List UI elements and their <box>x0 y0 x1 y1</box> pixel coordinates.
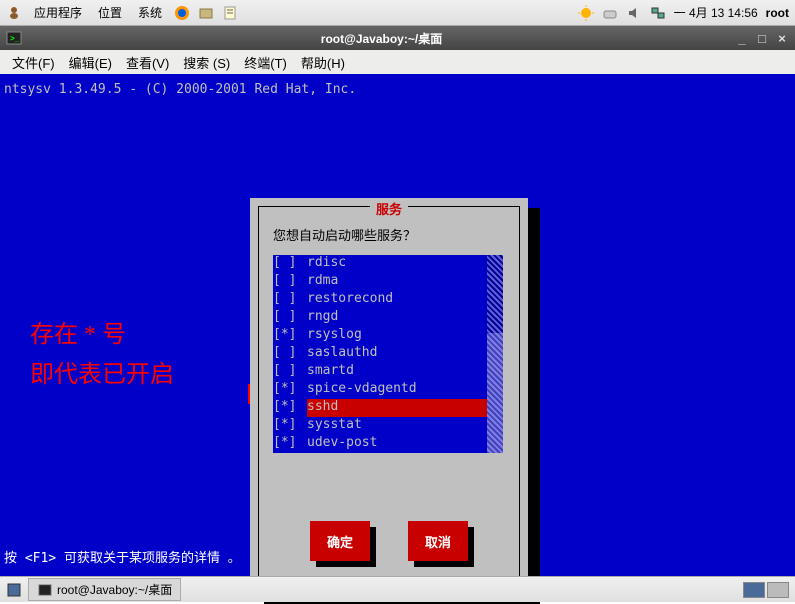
service-name: saslauthd <box>307 345 487 363</box>
menu-search[interactable]: 搜索 (S) <box>177 51 236 74</box>
ntsysv-header: ntsysv 1.3.49.5 - (C) 2000-2001 Red Hat,… <box>4 82 356 97</box>
firefox-icon[interactable] <box>174 5 190 21</box>
taskbar-item-label: root@Javaboy:~/桌面 <box>57 581 172 598</box>
menu-places[interactable]: 位置 <box>94 4 126 21</box>
title-bar[interactable]: >_ root@Javaboy:~/桌面 _ □ × <box>0 26 795 50</box>
menu-applications[interactable]: 应用程序 <box>30 4 86 21</box>
terminal-content[interactable]: ntsysv 1.3.49.5 - (C) 2000-2001 Red Hat,… <box>0 74 795 576</box>
service-checkbox[interactable]: [*] <box>273 327 307 345</box>
service-name: sshd <box>307 399 487 417</box>
service-row[interactable]: [*] rsyslog <box>273 327 487 345</box>
service-row[interactable]: [ ] restorecond <box>273 291 487 309</box>
service-name: rngd <box>307 309 487 327</box>
service-row[interactable]: [ ] smartd <box>273 363 487 381</box>
terminal-icon: >_ <box>6 30 22 46</box>
terminal-icon <box>37 582 53 598</box>
menu-bar: 文件(F) 编辑(E) 查看(V) 搜索 (S) 终端(T) 帮助(H) <box>0 50 795 74</box>
service-name: udev-post <box>307 435 487 453</box>
menu-terminal[interactable]: 终端(T) <box>238 51 293 74</box>
service-name: smartd <box>307 363 487 381</box>
annotation-line2: 即代表已开启 <box>30 354 174 389</box>
menu-edit[interactable]: 编辑(E) <box>63 51 118 74</box>
text-editor-icon[interactable] <box>222 5 238 21</box>
workspace-2[interactable] <box>767 582 789 598</box>
service-checkbox[interactable]: [*] <box>273 399 307 417</box>
service-row[interactable]: [*] sshd <box>273 399 487 417</box>
network-icon[interactable] <box>650 5 666 21</box>
service-row[interactable]: [*] udev-post <box>273 435 487 453</box>
workspace-1[interactable] <box>743 582 765 598</box>
file-manager-icon[interactable] <box>198 5 214 21</box>
window-title: root@Javaboy:~/桌面 <box>28 30 735 47</box>
service-name: rdma <box>307 273 487 291</box>
service-row[interactable]: [ ] saslauthd <box>273 345 487 363</box>
volume-icon[interactable] <box>626 5 642 21</box>
service-checkbox[interactable]: [ ] <box>273 273 307 291</box>
dialog-prompt: 您想自动启动哪些服务？ <box>273 225 416 244</box>
annotation-line1: 存在 * 号 <box>30 314 126 349</box>
service-checkbox[interactable]: [ ] <box>273 309 307 327</box>
menu-file[interactable]: 文件(F) <box>6 51 61 74</box>
update-icon[interactable] <box>602 5 618 21</box>
service-name: spice-vdagentd <box>307 381 487 399</box>
workspace-switcher[interactable] <box>743 582 789 598</box>
ntsysv-footer: 按 <F1> 可获取关于某项服务的详情 。 <box>4 547 241 566</box>
maximize-button[interactable]: □ <box>755 31 769 45</box>
service-row[interactable]: [ ] rdma <box>273 273 487 291</box>
service-checkbox[interactable]: [ ] <box>273 291 307 309</box>
terminal-window: >_ root@Javaboy:~/桌面 _ □ × 文件(F) 编辑(E) 查… <box>0 26 795 576</box>
service-checkbox[interactable]: [*] <box>273 381 307 399</box>
service-checkbox[interactable]: [ ] <box>273 345 307 363</box>
service-checkbox[interactable]: [ ] <box>273 255 307 273</box>
minimize-button[interactable]: _ <box>735 31 749 45</box>
close-button[interactable]: × <box>775 31 789 45</box>
service-name: sysstat <box>307 417 487 435</box>
service-checkbox[interactable]: [*] <box>273 417 307 435</box>
gnome-foot-icon <box>6 5 22 21</box>
service-name: restorecond <box>307 291 487 309</box>
service-name: rdisc <box>307 255 487 273</box>
service-list[interactable]: [ ] rdisc[ ] rdma[ ] restorecond[ ] rngd… <box>273 255 487 453</box>
service-row[interactable]: [*] spice-vdagentd <box>273 381 487 399</box>
service-row[interactable]: [ ] rngd <box>273 309 487 327</box>
show-desktop-icon[interactable] <box>6 582 22 598</box>
cancel-button[interactable]: 取消 <box>408 521 468 561</box>
service-row[interactable]: [*] sysstat <box>273 417 487 435</box>
services-dialog: 服务 您想自动启动哪些服务？ [ ] rdisc[ ] rdma[ ] rest… <box>250 198 528 596</box>
service-row[interactable]: [ ] rdisc <box>273 255 487 273</box>
weather-icon[interactable] <box>578 5 594 21</box>
ok-button[interactable]: 确定 <box>310 521 370 561</box>
service-checkbox[interactable]: [*] <box>273 435 307 453</box>
clock[interactable]: 一 4月 13 14:56 <box>674 4 758 21</box>
gnome-top-panel: 应用程序 位置 系统 一 4月 13 14:56 root <box>0 0 795 26</box>
menu-help[interactable]: 帮助(H) <box>295 51 351 74</box>
taskbar-item[interactable]: root@Javaboy:~/桌面 <box>28 578 181 601</box>
service-name: rsyslog <box>307 327 487 345</box>
svg-text:>_: >_ <box>10 34 20 43</box>
menu-view[interactable]: 查看(V) <box>120 51 175 74</box>
menu-system[interactable]: 系统 <box>134 4 166 21</box>
gnome-bottom-panel: root@Javaboy:~/桌面 <box>0 576 795 602</box>
dialog-title: 服务 <box>370 199 408 218</box>
user-label[interactable]: root <box>766 6 789 20</box>
scrollbar-thumb[interactable] <box>487 333 503 453</box>
service-checkbox[interactable]: [ ] <box>273 363 307 381</box>
